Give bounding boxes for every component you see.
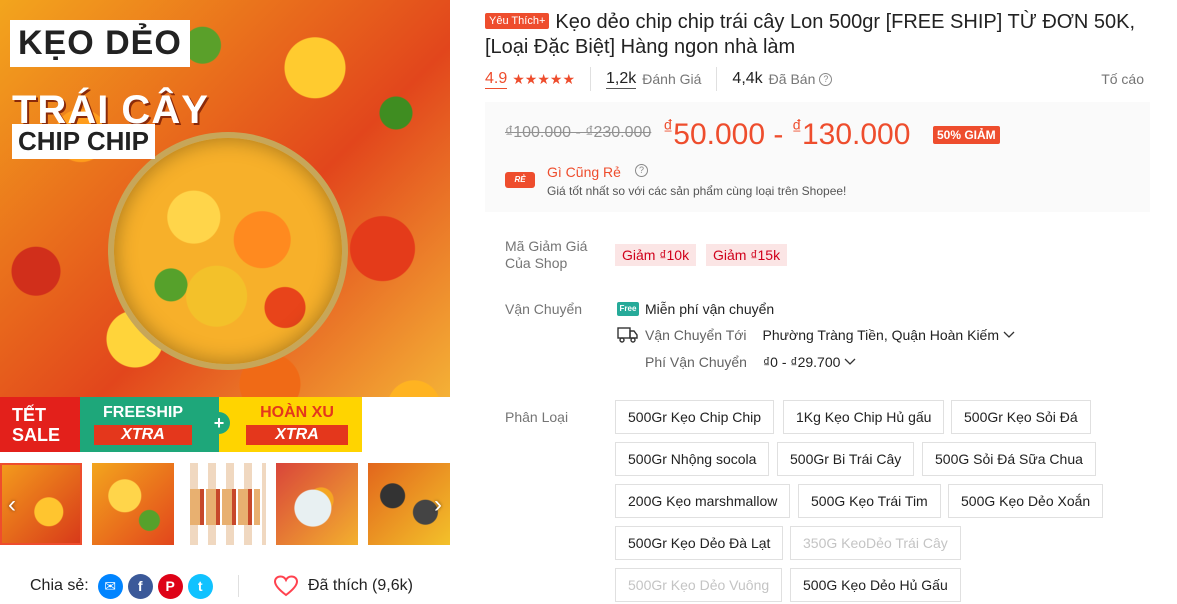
variant-option[interactable]: 500Gr Kẹo Dẻo Đà Lạt: [615, 526, 784, 560]
product-title-text: Kẹo dẻo chip chip trái cây Lon 500gr [FR…: [485, 11, 1136, 58]
help-icon[interactable]: ?: [819, 72, 833, 86]
voucher-15k[interactable]: Giảm ₫15k: [706, 244, 788, 266]
ship-to-label: Vận Chuyển Tới: [645, 327, 747, 343]
rating-value[interactable]: 4.9: [485, 70, 508, 89]
share-label: Chia sẻ:: [30, 577, 89, 594]
like-count-label: Đã thích (9,6k): [308, 577, 413, 594]
chevron-left-icon[interactable]: ‹: [2, 493, 22, 517]
cheap-help-icon[interactable]: ?: [635, 164, 648, 177]
price-high: 130.000: [801, 118, 911, 151]
twitter-icon[interactable]: t: [187, 573, 213, 599]
hoanxu-text: HOÀN XU: [260, 404, 334, 421]
variant-option[interactable]: 500G Sỏi Đá Sữa Chua: [922, 442, 1096, 476]
freeship-xtra-text: XTRA: [94, 425, 192, 445]
cheap-deal-title: Gì Cũng Rẻ: [547, 164, 621, 180]
sold-label: Đã Bán: [768, 71, 816, 87]
free-shipping-line: Free Miễn phí vận chuyển: [617, 300, 774, 318]
price-box: ₫100.000 - ₫230.000 ₫50.000 - ₫130.000 5…: [485, 102, 1150, 212]
ship-to-line: Vận Chuyển Tới Phường Tràng Tiền, Quận H…: [617, 326, 1015, 344]
thumbnail-3[interactable]: [184, 463, 266, 545]
sold-count: 4,4k: [732, 70, 763, 87]
hoanxu-xtra-text: XTRA: [246, 425, 348, 445]
pinterest-icon[interactable]: P: [157, 573, 183, 599]
variant-option[interactable]: 500Gr Nhộng socola: [615, 442, 770, 476]
variant-option-disabled: 500Gr Kẹo Dẻo Vuông: [615, 568, 783, 602]
variant-option[interactable]: 500G Kẹo Dẻo Xoắn: [948, 484, 1104, 518]
cheap-deal-icon: RẺ: [505, 172, 535, 188]
variant-option[interactable]: 500Gr Kẹo Chip Chip: [615, 400, 775, 434]
freeship-xtra-label: FREESHIP XTRA: [80, 397, 206, 452]
shipping-fee-value[interactable]: ₫0 - ₫29.700: [763, 353, 840, 371]
like-button[interactable]: Đã thích (9,6k): [274, 573, 413, 599]
variant-option[interactable]: 500Gr Bi Trái Cây: [777, 442, 915, 476]
rating-stars-icon: ★★★★★: [512, 70, 576, 87]
heart-icon: [274, 575, 298, 597]
image-text-line3: CHIP CHIP: [12, 124, 155, 159]
thumbnail-2[interactable]: [92, 463, 174, 545]
product-stats: 4.9 ★★★★★ 1,2k Đánh Giá 4,4k Đã Bán ?: [485, 66, 1145, 92]
voucher-label: Mã Giảm Giá Của Shop: [505, 238, 588, 271]
reviews-count[interactable]: 1,2k: [606, 70, 637, 89]
product-page: KẸO DẺO TRÁI CÂY CHIP CHIP TẾT SALE FREE…: [0, 0, 1177, 604]
ship-to-value[interactable]: Phường Tràng Tiền, Quận Hoàn Kiếm: [763, 326, 999, 344]
variant-option[interactable]: 1Kg Kẹo Chip Hủ gấu: [783, 400, 945, 434]
free-shipping-text: Miễn phí vận chuyển: [645, 301, 775, 317]
report-link[interactable]: Tố cáo: [1101, 71, 1144, 87]
hoanxu-xtra-label: HOÀN XU XTRA: [232, 397, 362, 452]
reviews-label: Đánh Giá: [642, 71, 702, 87]
candy-bowl: [108, 132, 348, 370]
truck-icon: [617, 327, 638, 343]
promo-plus: +: [206, 397, 232, 452]
facebook-icon[interactable]: f: [127, 573, 153, 599]
shipping-fee-label: Phí Vận Chuyển: [645, 354, 747, 370]
plus-icon: +: [208, 412, 230, 434]
variant-option[interactable]: 500G Kẹo Dẻo Hủ Gấu: [790, 568, 961, 602]
current-price: ₫50.000 - ₫130.000: [663, 117, 910, 152]
variant-option[interactable]: 500G Kẹo Trái Tim: [798, 484, 941, 518]
chevron-down-icon[interactable]: [844, 358, 856, 366]
shipping-label: Vận Chuyển: [505, 301, 583, 317]
share-row: Chia sẻ: ✉ f P t: [30, 573, 213, 599]
freeship-text: FREESHIP: [102, 404, 183, 421]
messenger-icon[interactable]: ✉: [97, 573, 123, 599]
variant-label: Phân Loại: [505, 409, 569, 425]
tet-sale-label: TẾT SALE: [0, 397, 80, 452]
chevron-down-icon[interactable]: [1003, 331, 1015, 339]
discount-badge: 50% GIẢM: [933, 126, 1000, 144]
currency-symbol: ₫: [663, 117, 674, 139]
promo-banner: TẾT SALE FREESHIP XTRA + HOÀN XU XTRA: [0, 397, 450, 452]
thumbnail-strip: ‹ ›: [0, 463, 450, 545]
share-divider: [238, 575, 239, 597]
image-text-line1: KẸO DẺO: [10, 20, 190, 67]
variant-option[interactable]: 200G Kẹo marshmallow: [615, 484, 791, 518]
favorite-badge: Yêu Thích+: [485, 13, 550, 29]
variant-option-disabled: 350G KeoDẻo Trái Cây: [790, 526, 961, 560]
price-low: 50.000: [673, 118, 766, 151]
main-product-image[interactable]: KẸO DẺO TRÁI CÂY CHIP CHIP TẾT SALE FREE…: [0, 0, 450, 452]
cheap-deal-description: Giá tốt nhất so với các sản phẩm cùng lo…: [547, 184, 847, 198]
variant-option[interactable]: 500Gr Kẹo Sỏi Đá: [951, 400, 1091, 434]
currency-symbol-2: ₫: [791, 117, 802, 139]
voucher-10k[interactable]: Giảm ₫10k: [615, 244, 697, 266]
shipping-fee-line: Phí Vận Chuyển ₫0 - ₫29.700: [645, 353, 856, 371]
price-dash: -: [765, 118, 792, 151]
product-title: Yêu Thích+ Kẹo dẻo chip chip trái cây Lon…: [485, 10, 1165, 60]
original-price: ₫100.000 - ₫230.000: [505, 124, 652, 141]
chevron-right-icon[interactable]: ›: [428, 493, 448, 517]
thumbnail-4[interactable]: [276, 463, 358, 545]
free-ship-icon: Free: [617, 302, 639, 316]
